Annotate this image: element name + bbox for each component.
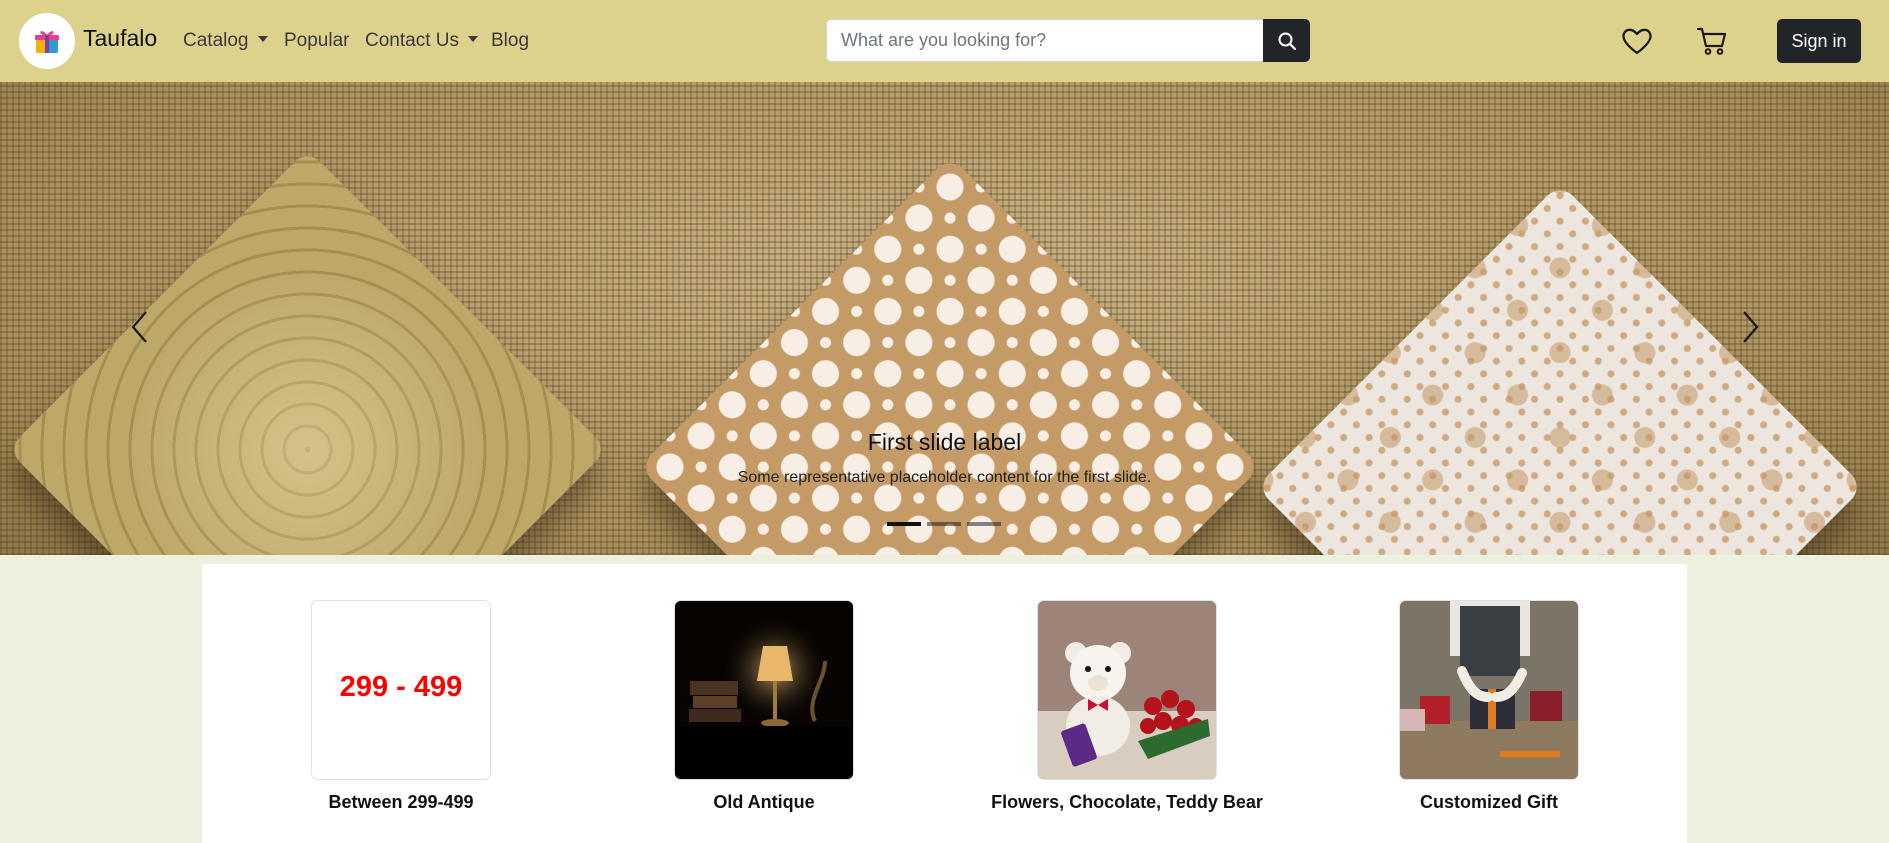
nav-blog-label: Blog xyxy=(491,30,530,51)
wishlist-button[interactable] xyxy=(1619,24,1655,58)
wrapping-gift-image xyxy=(1400,601,1578,779)
category-item-flowers-chocolate-teddy[interactable]: Flowers, Chocolate, Teddy Bear xyxy=(977,600,1277,813)
category-label[interactable]: Between 299-499 xyxy=(251,792,551,813)
teddy-bear-roses-image xyxy=(1038,601,1216,779)
sign-in-button[interactable]: Sign in xyxy=(1777,19,1861,63)
chevron-right-icon xyxy=(1743,311,1759,343)
white-gift-box-image xyxy=(1255,182,1865,555)
carousel-prev-button[interactable] xyxy=(120,297,160,357)
hero-carousel: First slide label Some representative pl… xyxy=(0,82,1889,555)
price-range-text: 299 - 499 xyxy=(339,671,463,703)
heart-icon xyxy=(1622,28,1652,55)
carousel-indicator-1[interactable] xyxy=(887,522,921,526)
category-item-customized-gift[interactable]: Customized Gift xyxy=(1339,600,1639,813)
chevron-down-icon xyxy=(257,35,268,42)
nav-blog[interactable]: Blog xyxy=(491,30,529,52)
brand-logo[interactable] xyxy=(19,13,75,69)
antique-lamp-image xyxy=(675,601,853,779)
carousel-next-button[interactable] xyxy=(1730,297,1770,357)
category-thumb-price[interactable]: 299 - 499 xyxy=(311,600,491,780)
search-button[interactable] xyxy=(1263,19,1310,62)
category-item-299-499[interactable]: 299 - 499 Between 299-499 xyxy=(251,600,551,813)
search-icon xyxy=(1278,32,1296,50)
patterned-gift-box-image xyxy=(638,155,1262,555)
nav-popular[interactable]: Popular xyxy=(284,30,350,52)
nav-contact-us[interactable]: Contact Us xyxy=(365,30,478,52)
category-label[interactable]: Flowers, Chocolate, Teddy Bear xyxy=(977,792,1277,813)
category-thumb-custom[interactable] xyxy=(1399,600,1579,780)
brand-name[interactable]: Taufalo xyxy=(83,25,157,52)
navbar: Taufalo Catalog Popular Contact Us Blog … xyxy=(0,0,1889,82)
carousel-caption-title: First slide label xyxy=(867,429,1022,455)
carousel-indicator-2[interactable] xyxy=(927,522,961,526)
chevron-down-icon xyxy=(467,35,478,42)
gift-icon xyxy=(35,31,59,53)
nav-popular-label: Popular xyxy=(284,30,350,51)
category-item-old-antique[interactable]: Old Antique xyxy=(614,600,914,813)
carousel-indicator-3[interactable] xyxy=(967,522,1001,526)
search-input[interactable] xyxy=(826,19,1264,62)
nav-catalog[interactable]: Catalog xyxy=(183,30,268,52)
chevron-left-icon xyxy=(131,311,147,343)
carousel-caption-text: Some representative placeholder content … xyxy=(737,469,1152,486)
category-thumb-teddy[interactable] xyxy=(1037,600,1217,780)
cart-button[interactable] xyxy=(1694,24,1730,58)
cart-icon xyxy=(1696,27,1727,55)
nav-contact-us-label: Contact Us xyxy=(365,30,459,51)
category-label[interactable]: Old Antique xyxy=(614,792,914,813)
category-panel: 299 - 499 Between 299-499 Old Antique Fl… xyxy=(202,564,1687,843)
nav-catalog-label: Catalog xyxy=(183,30,249,51)
category-label[interactable]: Customized Gift xyxy=(1339,792,1639,813)
category-thumb-antique[interactable] xyxy=(674,600,854,780)
gold-gift-box-image xyxy=(6,148,609,555)
